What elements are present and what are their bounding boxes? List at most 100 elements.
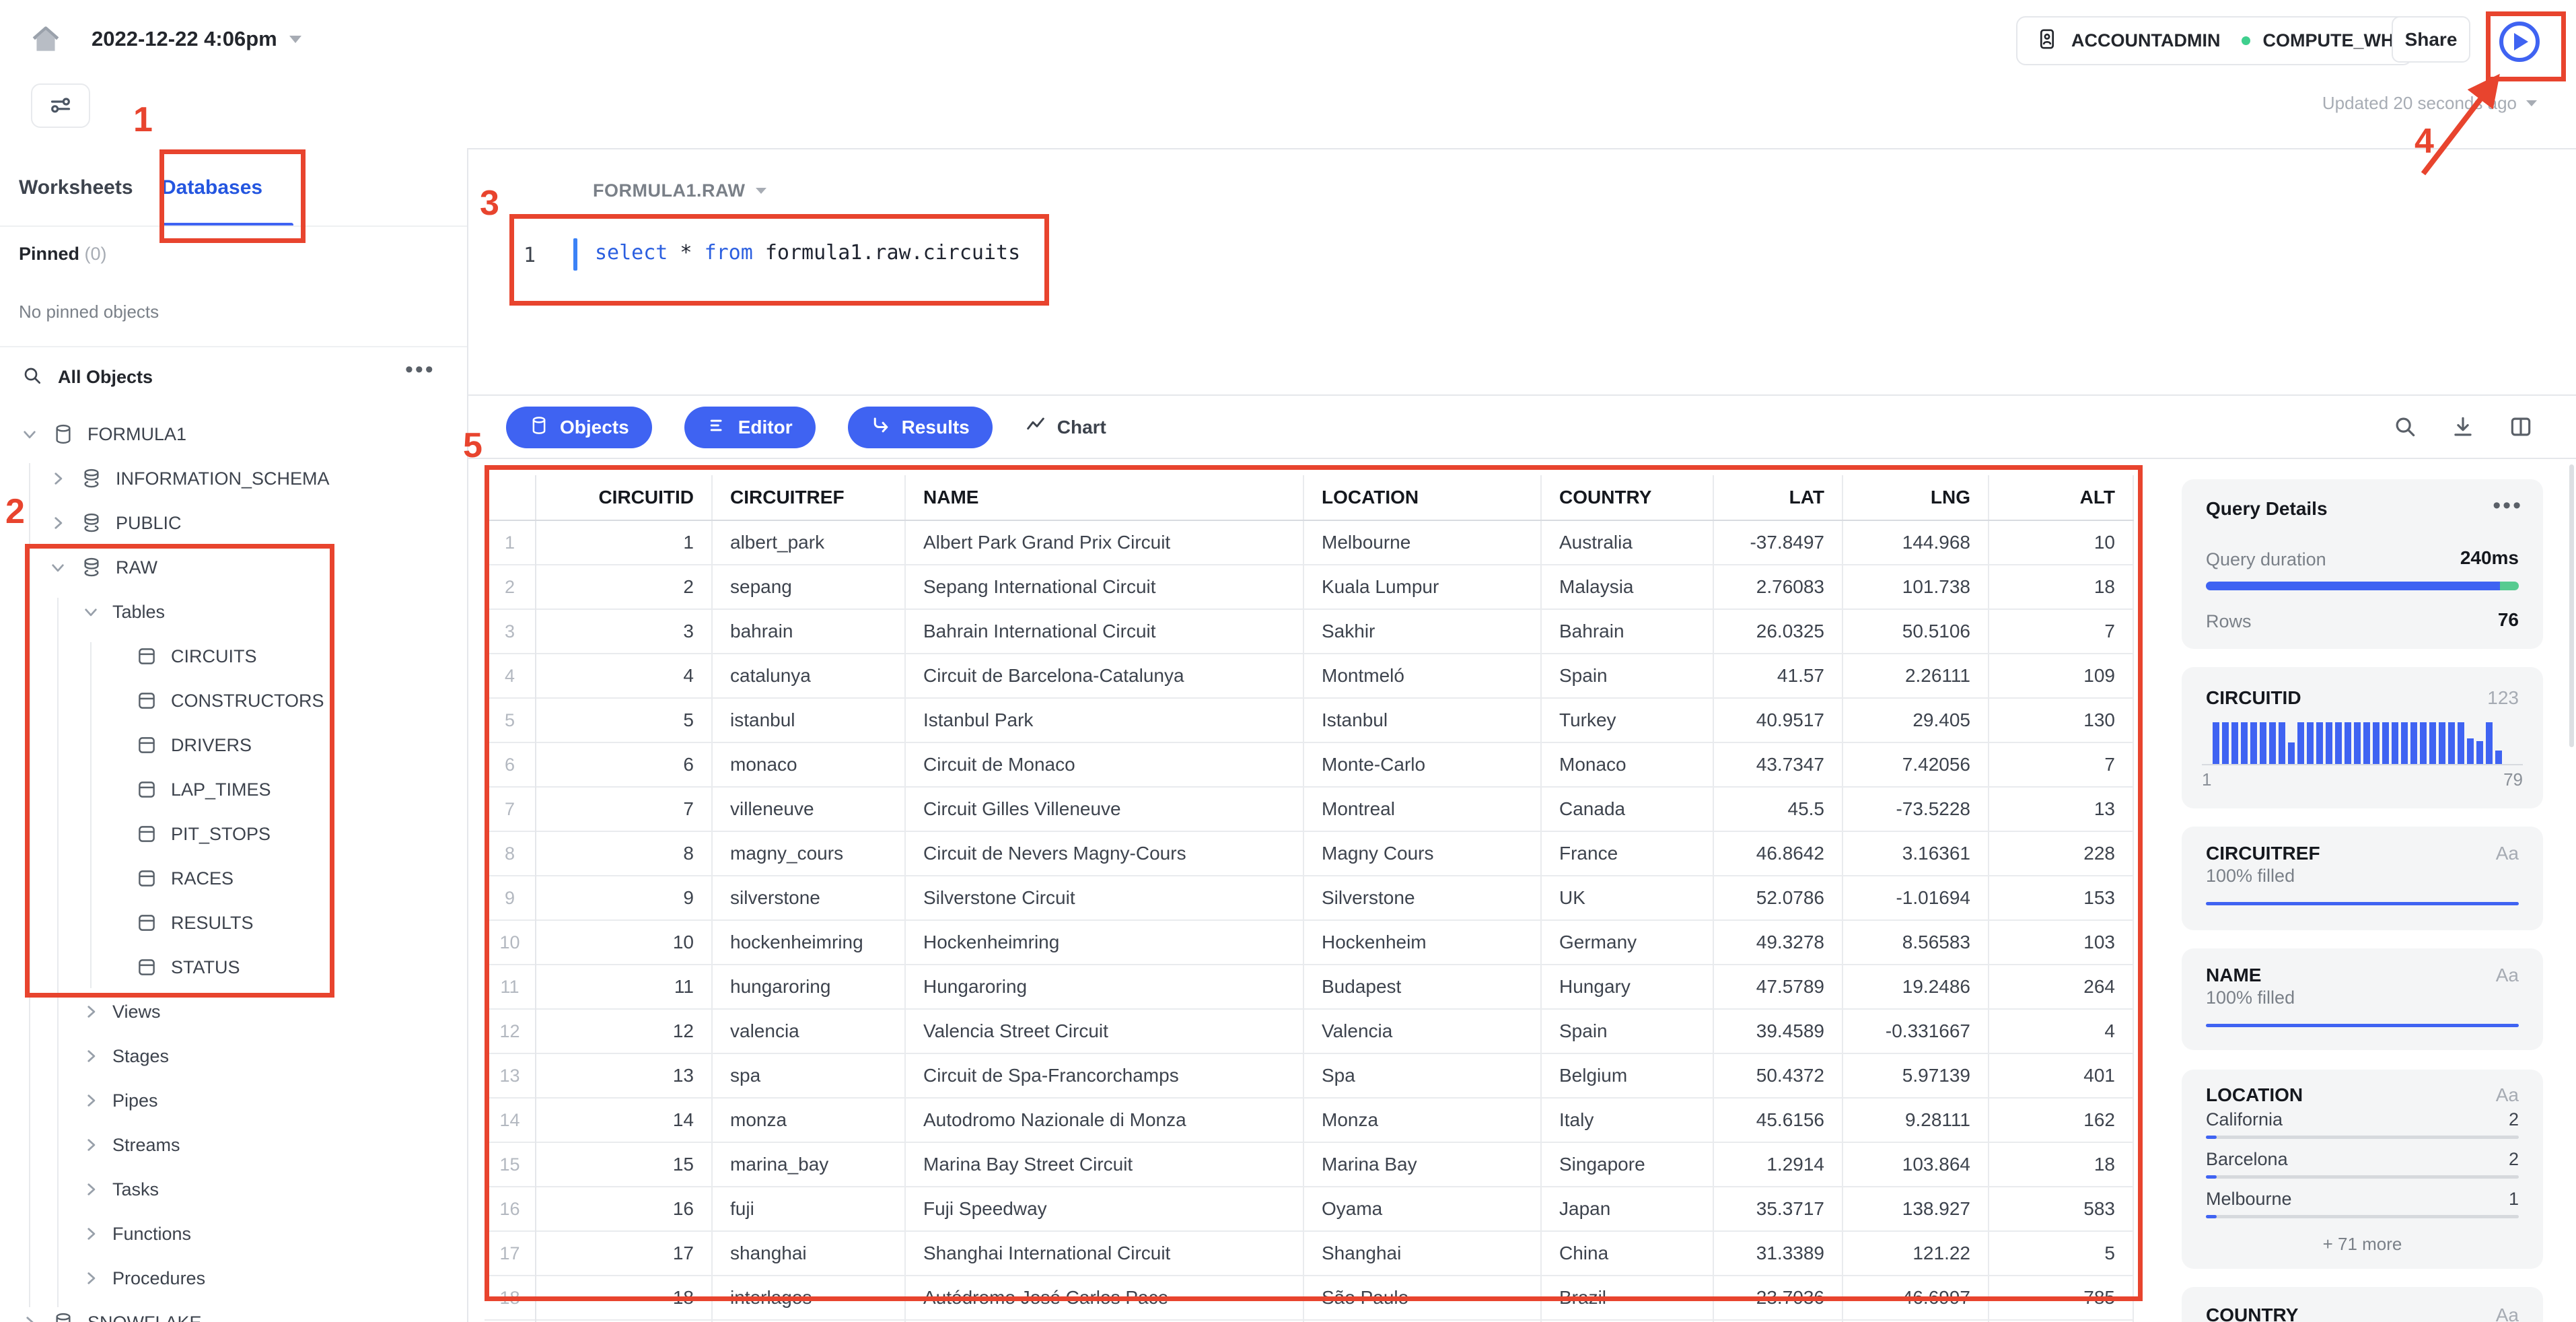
table-row[interactable]: 8 8 magny_cours Circuit de Nevers Magny-Cou… <box>485 831 2134 876</box>
cell-circuitid[interactable]: 12 <box>536 1008 713 1053</box>
cell-name[interactable]: Autodromo Nazionale di Monza <box>905 1097 1304 1142</box>
cell-name[interactable]: Albert Park Grand Prix Circuit <box>905 520 1304 565</box>
cell-circuitref[interactable]: bahrain <box>712 608 906 654</box>
table-row[interactable]: 12 12 valencia Valencia Street Circuit Valen… <box>485 1008 2134 1053</box>
cell-name[interactable]: Bahrain International Circuit <box>905 608 1304 654</box>
table-row[interactable]: 7 7 villeneuve Circuit Gilles Villeneuve Mon… <box>485 786 2134 831</box>
show-more-values[interactable]: + 71 more <box>2182 1234 2543 1255</box>
cell-country[interactable]: Bahrain <box>1541 608 1714 654</box>
cell-circuitid[interactable]: 17 <box>536 1230 713 1276</box>
worksheet-context-dropdown[interactable]: FORMULA1.RAW <box>593 180 767 201</box>
cell-location[interactable]: Spa <box>1303 1053 1542 1098</box>
table-row[interactable]: 6 6 monaco Circuit de Monaco Monte-Carlo Mona… <box>485 742 2134 787</box>
cell-circuitref[interactable]: albert_park <box>712 520 906 565</box>
column-header-lng[interactable]: LNG <box>1842 475 1989 521</box>
cell-location[interactable]: Istanbul <box>1303 697 1542 742</box>
cell-lng[interactable]: -73.5228 <box>1842 786 1989 831</box>
tree-item-views[interactable]: Views <box>0 989 467 1034</box>
column-stats-circuitid-card[interactable]: CIRCUITID 123 1 79 <box>2182 667 2543 808</box>
cell-alt[interactable]: 264 <box>1989 964 2134 1009</box>
cell-country[interactable]: Italy <box>1541 1097 1714 1142</box>
cell-country[interactable]: UK <box>1541 875 1714 920</box>
chevron-right-icon[interactable] <box>48 514 67 532</box>
tree-item-tasks[interactable]: Tasks <box>0 1167 467 1212</box>
cell-location[interactable]: São Paulo <box>1303 1275 1542 1320</box>
tree-item-status[interactable]: STATUS <box>0 945 467 989</box>
tree-item-procedures[interactable]: Procedures <box>0 1256 467 1300</box>
cell-name[interactable]: Circuit de Spa-Francorchamps <box>905 1053 1304 1098</box>
search-results-button[interactable] <box>2392 414 2419 441</box>
cell-location[interactable]: Monza <box>1303 1097 1542 1142</box>
cell-alt[interactable]: 13 <box>1989 786 2134 831</box>
split-columns-button[interactable] <box>2507 414 2534 441</box>
cell-alt[interactable]: 10 <box>1989 520 2134 565</box>
cell-circuitid[interactable]: 15 <box>536 1142 713 1187</box>
cell-location[interactable]: Silverstone <box>1303 875 1542 920</box>
cell-location[interactable]: Marina Bay <box>1303 1142 1542 1187</box>
cell-country[interactable]: Turkey <box>1541 697 1714 742</box>
tree-item-public[interactable]: PUBLIC <box>0 501 467 545</box>
cell-lat[interactable]: 47.5789 <box>1713 964 1843 1009</box>
object-search[interactable]: All Objects <box>22 365 153 390</box>
cell-lng[interactable]: 3.16361 <box>1842 831 1989 876</box>
cell-circuitid[interactable]: 7 <box>536 786 713 831</box>
cell-alt[interactable]: 103 <box>1989 919 2134 965</box>
cell-location[interactable]: Hockenheim <box>1303 919 1542 965</box>
cell-location[interactable]: Sakhir <box>1303 608 1542 654</box>
chart-tab[interactable]: Chart <box>1025 415 1106 441</box>
cell-lng[interactable]: 138.927 <box>1842 1186 1989 1231</box>
tree-item-pit_stops[interactable]: PIT_STOPS <box>0 812 467 856</box>
cell-lng[interactable]: -46.6997 <box>1842 1275 1989 1320</box>
tree-item-drivers[interactable]: DRIVERS <box>0 723 467 767</box>
table-row[interactable]: 11 11 hungaroring Hungaroring Budapest Hungar… <box>485 964 2134 1009</box>
cell-country[interactable]: Hungary <box>1541 964 1714 1009</box>
cell-alt[interactable]: 18 <box>1989 1142 2134 1187</box>
cell-location[interactable]: Montreal <box>1303 786 1542 831</box>
cell-circuitref[interactable]: istanbul <box>712 697 906 742</box>
column-stats-name-card[interactable]: NAME Aa 100% filled <box>2182 948 2543 1050</box>
table-row[interactable]: 17 17 shanghai Shanghai International Circu… <box>485 1230 2134 1276</box>
cell-lat[interactable]: 49.3278 <box>1713 919 1843 965</box>
cell-lng[interactable]: 101.738 <box>1842 564 1989 609</box>
results-button[interactable]: Results <box>847 407 993 448</box>
cell-lng[interactable]: 29.405 <box>1842 697 1989 742</box>
cell-circuitref[interactable]: monaco <box>712 742 906 787</box>
cell-lng[interactable]: -1.01694 <box>1842 875 1989 920</box>
share-button[interactable]: Share <box>2392 16 2470 63</box>
cell-lat[interactable]: 39.4589 <box>1713 1008 1843 1053</box>
column-header-circuitid[interactable]: CIRCUITID <box>536 475 713 521</box>
updated-status[interactable]: Updated 20 seconds ago <box>2281 93 2537 114</box>
cell-lng[interactable]: 121.22 <box>1842 1230 1989 1276</box>
cell-country[interactable]: Belgium <box>1541 1053 1714 1098</box>
cell-circuitid[interactable]: 13 <box>536 1053 713 1098</box>
cell-circuitref[interactable]: villeneuve <box>712 786 906 831</box>
cell-alt[interactable]: 7 <box>1989 742 2134 787</box>
chevron-right-icon[interactable] <box>81 1224 100 1243</box>
chevron-right-icon[interactable] <box>48 469 67 488</box>
cell-circuitref[interactable]: interlagos <box>712 1275 906 1320</box>
cell-location[interactable]: Valencia <box>1303 1008 1542 1053</box>
cell-country[interactable]: Spain <box>1541 1008 1714 1053</box>
cell-lat[interactable]: 31.3389 <box>1713 1230 1843 1276</box>
cell-alt[interactable]: 18 <box>1989 564 2134 609</box>
tree-item-formula1[interactable]: FORMULA1 <box>0 412 467 456</box>
chevron-right-icon[interactable] <box>81 1091 100 1110</box>
cell-location[interactable]: Montmeló <box>1303 653 1542 698</box>
tree-item-raw[interactable]: RAW <box>0 545 467 590</box>
cell-name[interactable]: Silverstone Circuit <box>905 875 1304 920</box>
cell-country[interactable]: Germany <box>1541 919 1714 965</box>
cell-lng[interactable]: -0.331667 <box>1842 1008 1989 1053</box>
cell-country[interactable]: Canada <box>1541 786 1714 831</box>
cell-lng[interactable]: 7.42056 <box>1842 742 1989 787</box>
chevron-right-icon[interactable] <box>20 1313 39 1322</box>
cell-country[interactable]: Malaysia <box>1541 564 1714 609</box>
cell-name[interactable]: Shanghai International Circuit <box>905 1230 1304 1276</box>
tree-item-races[interactable]: RACES <box>0 856 467 901</box>
table-row[interactable]: 2 2 sepang Sepang International Circuit Kual… <box>485 564 2134 609</box>
cell-name[interactable]: Circuit Gilles Villeneuve <box>905 786 1304 831</box>
cell-circuitref[interactable]: spa <box>712 1053 906 1098</box>
cell-name[interactable]: Fuji Speedway <box>905 1186 1304 1231</box>
cell-lng[interactable]: 5.97139 <box>1842 1053 1989 1098</box>
chevron-down-icon[interactable] <box>20 425 39 444</box>
column-header-name[interactable]: NAME <box>905 475 1304 521</box>
